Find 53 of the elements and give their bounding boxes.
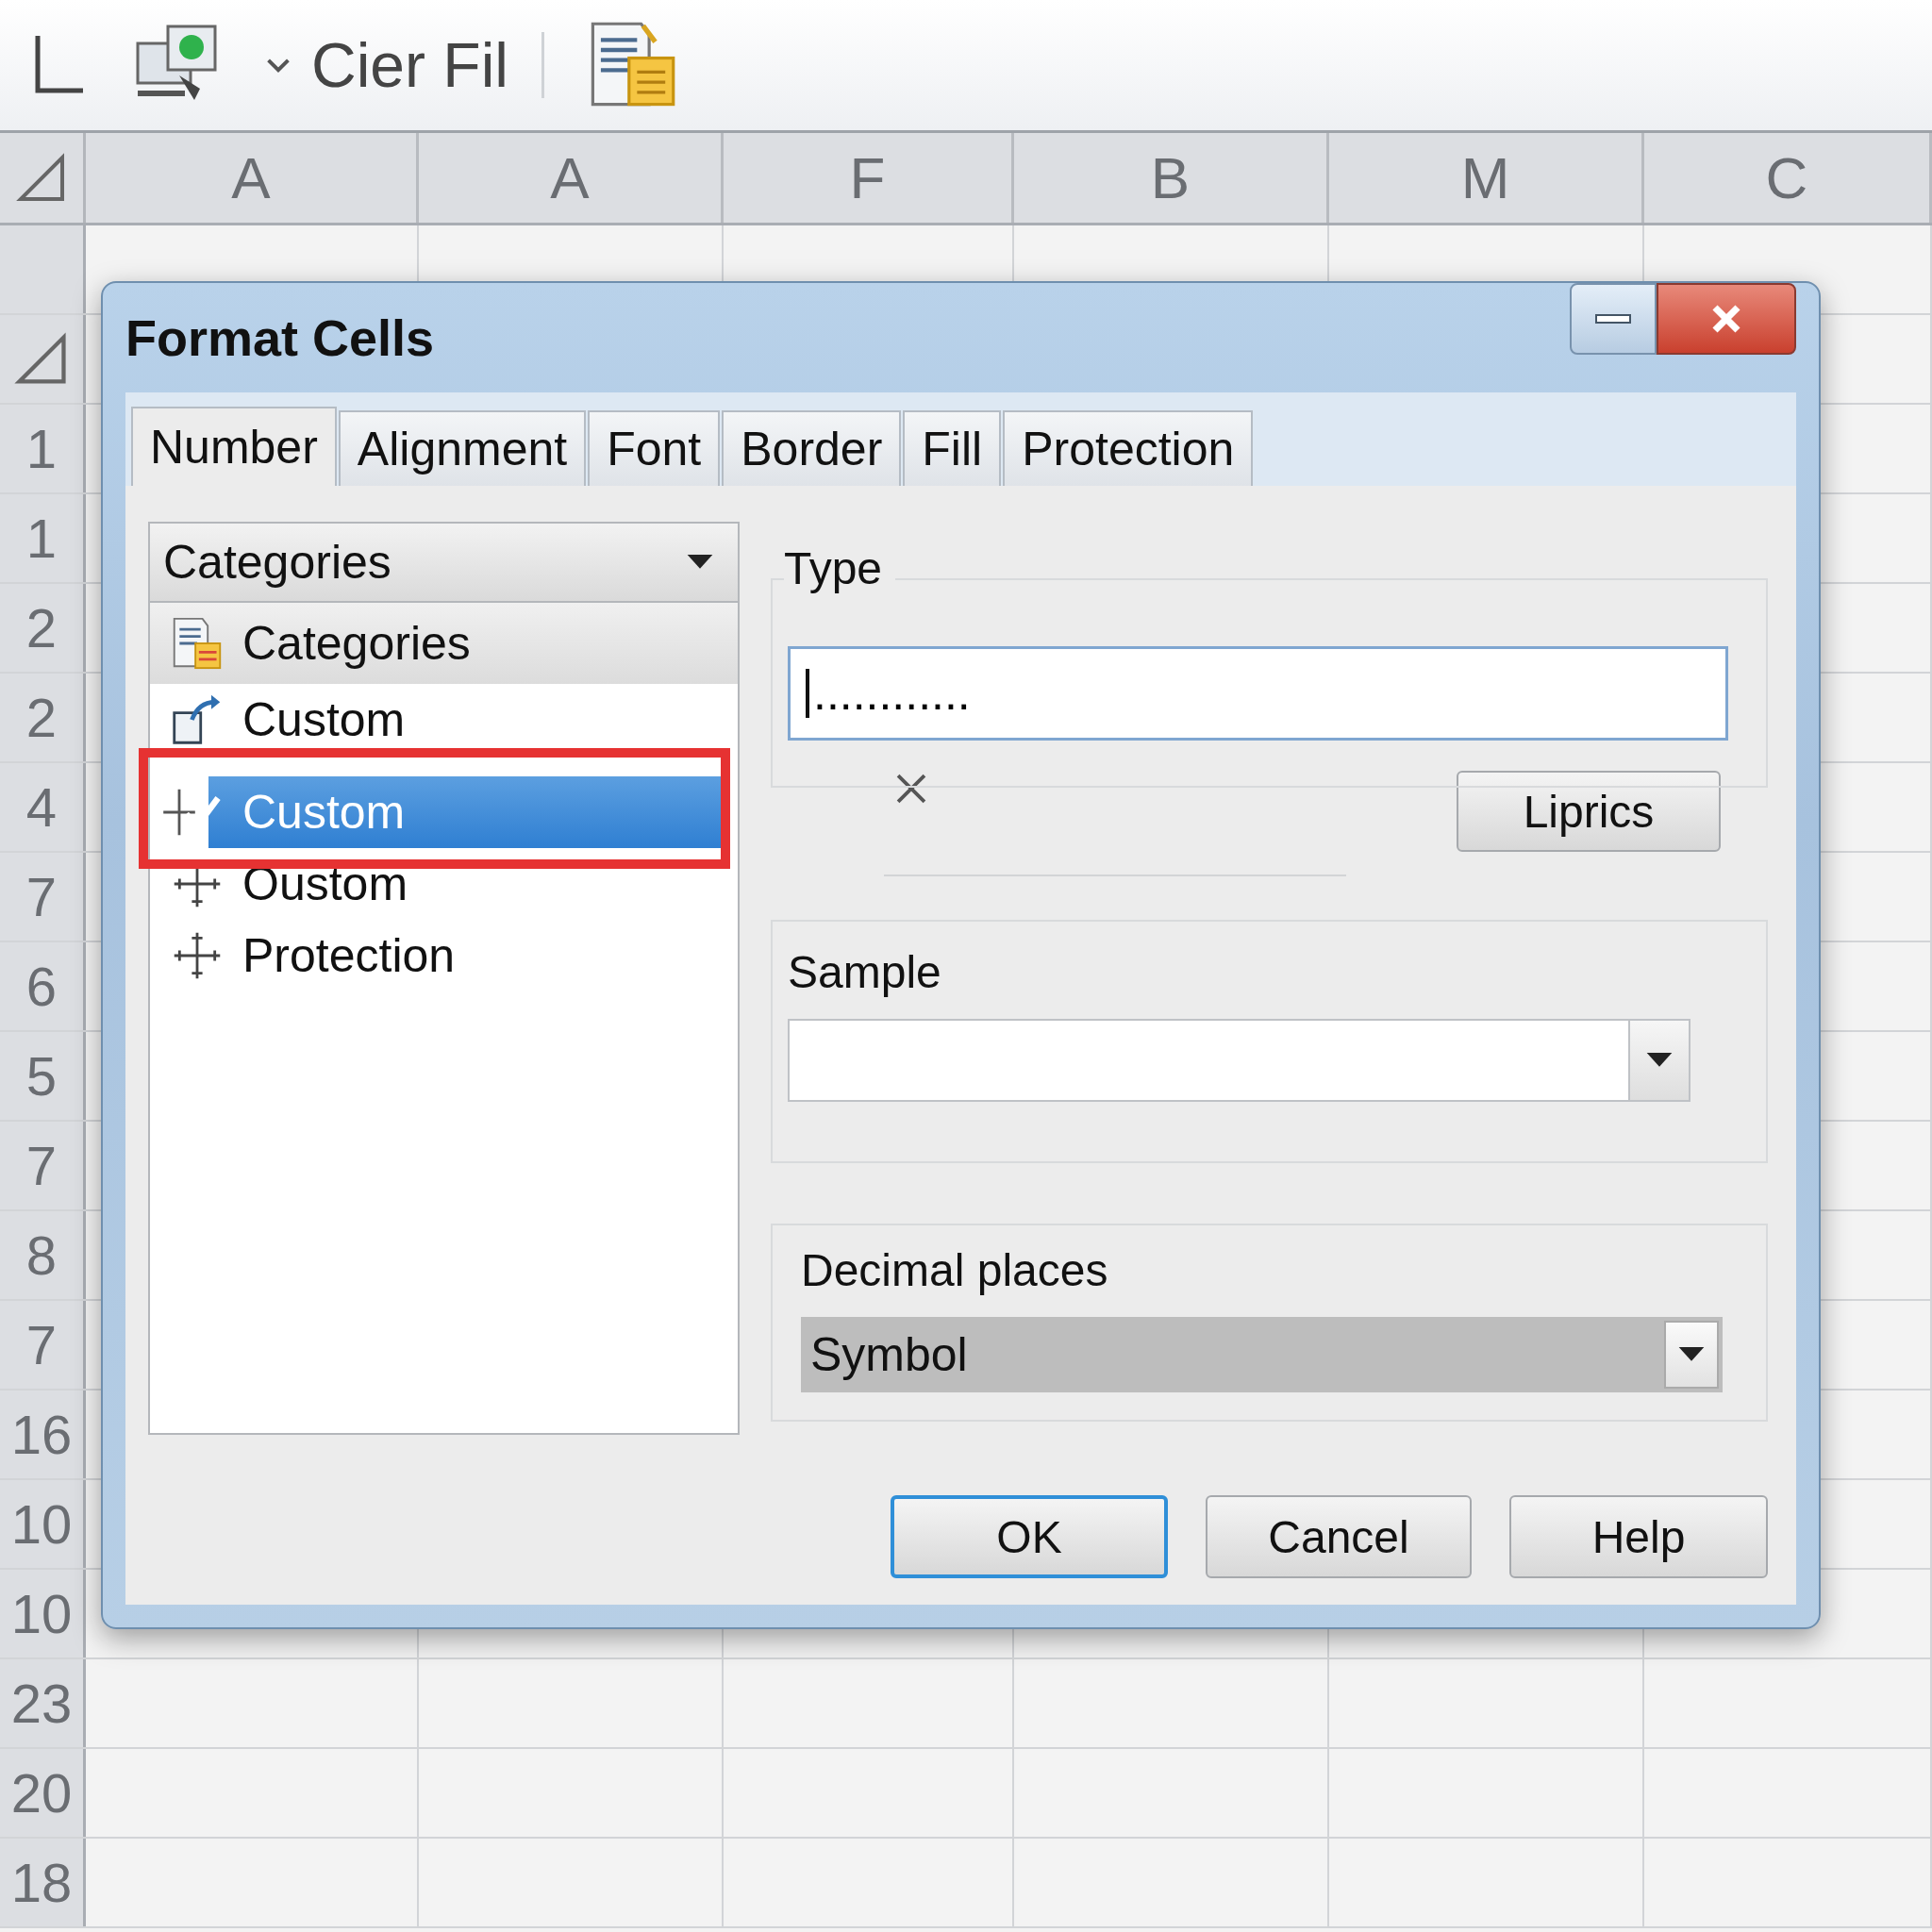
caret-icon [1678,1347,1705,1362]
category-item[interactable]: Oustom [150,848,738,920]
category-item[interactable]: Categories [150,603,738,684]
row-header[interactable]: 1 [0,405,86,492]
type-field[interactable]: ............ [788,646,1728,741]
row-header[interactable]: 2 [0,584,86,672]
tab[interactable]: Fill [903,410,1002,486]
tab[interactable]: Border [722,410,902,486]
row-header[interactable]: 5 [0,1032,86,1120]
dialog-button[interactable]: Help [1509,1495,1768,1578]
tab[interactable]: Protection [1003,410,1254,486]
row-header[interactable]: 8 [0,1211,86,1299]
tab[interactable]: Number [131,407,337,486]
column-header[interactable]: C [1644,133,1932,223]
category-dropdown[interactable]: Categories [148,522,740,603]
tab[interactable]: Alignment [338,410,587,486]
toolbar-label: Cier Fil [311,29,508,101]
group-label: Decimal places [801,1244,1109,1296]
caret-icon [687,555,713,570]
row-header[interactable]: 6 [0,942,86,1030]
row-header[interactable]: 20 [0,1749,86,1837]
close-button[interactable] [1657,283,1796,355]
minimize-button[interactable] [1570,283,1657,355]
row-header[interactable]: 2 [0,674,86,761]
dialog-button[interactable]: Cancel [1206,1495,1472,1578]
row-header[interactable]: 23 [0,1659,86,1747]
tab[interactable]: Font [588,410,721,486]
column-header[interactable]: M [1329,133,1644,223]
caret-icon [1646,1053,1673,1068]
document-icon [171,617,224,670]
row-header[interactable]: 7 [0,1301,86,1389]
row-header[interactable]: 10 [0,1480,86,1568]
row-header[interactable]: 10 [0,1570,86,1657]
row-header[interactable]: 7 [0,1122,86,1209]
window-title: Format Cells [125,308,435,367]
caret-icon[interactable] [266,58,291,73]
row-header[interactable]: 1 [0,494,86,582]
category-item[interactable]: Custom [150,684,738,756]
column-header[interactable]: A [419,133,724,223]
column-header[interactable]: A [86,133,419,223]
dialog-button[interactable]: OK [891,1495,1168,1578]
row-header[interactable] [0,315,86,403]
row-header[interactable]: 18 [0,1839,86,1926]
column-header[interactable]: B [1014,133,1329,223]
row-header[interactable]: 16 [0,1391,86,1478]
row-header[interactable]: 4 [0,763,86,851]
side-button[interactable]: Liprics [1457,771,1721,852]
decimal-places-dropdown[interactable]: Symbol [801,1317,1723,1392]
group-label: Sample [788,946,942,998]
category-item[interactable]: Protection [150,920,738,991]
row-header[interactable]: 7 [0,853,86,941]
column-header[interactable]: F [724,133,1014,223]
minimize-icon [1594,313,1632,325]
